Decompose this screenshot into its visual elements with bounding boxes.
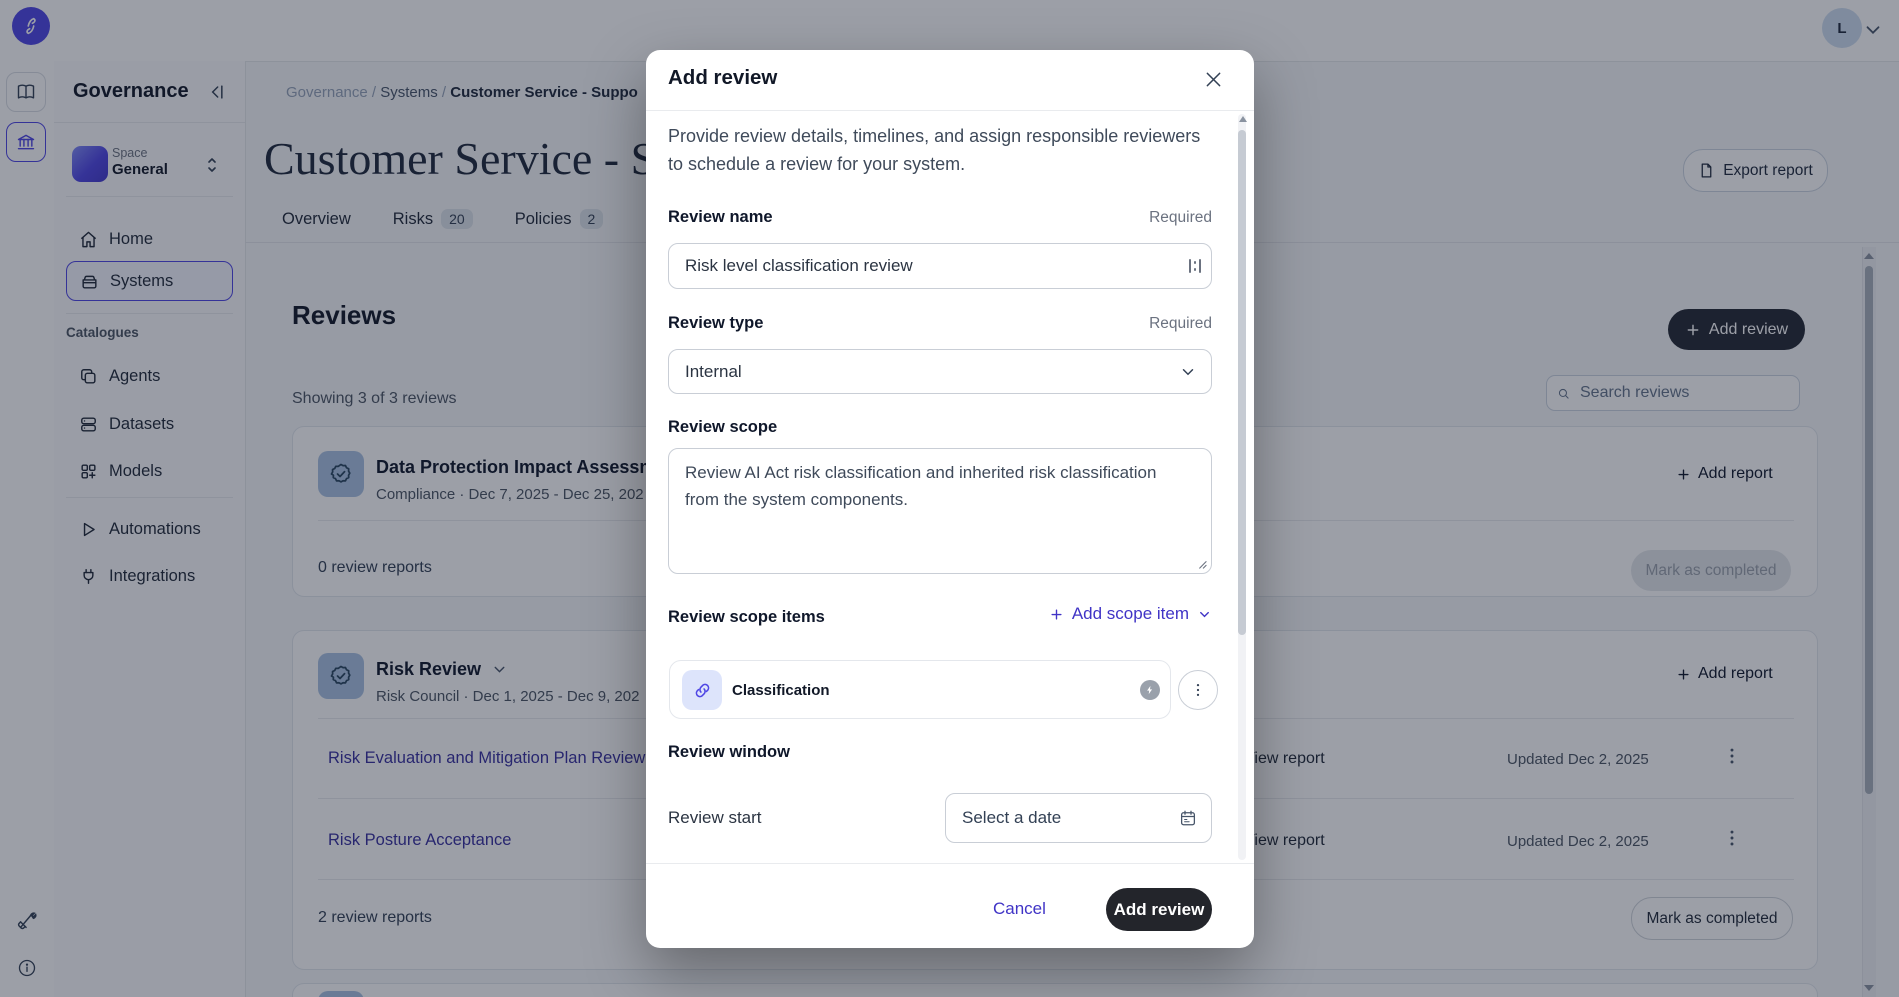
review-start-date-field[interactable]: Select a date: [945, 793, 1212, 843]
auto-linked-icon: [1140, 680, 1160, 700]
chevron-down-icon: [1179, 363, 1197, 381]
date-placeholder: Select a date: [962, 808, 1061, 828]
review-name-label: Review name: [668, 208, 773, 227]
divider: [646, 863, 1254, 864]
close-icon: [1203, 69, 1224, 90]
review-name-label-row: Review name Required: [668, 208, 1212, 227]
input-cursor-icon: [1188, 257, 1202, 275]
review-type-select[interactable]: Internal: [668, 349, 1212, 394]
required-badge: Required: [1149, 315, 1212, 333]
calendar-icon: [1179, 809, 1197, 827]
modal-scroll-up-arrow[interactable]: [1239, 116, 1247, 122]
modal-close-button[interactable]: [1199, 65, 1227, 93]
scope-item-menu-button[interactable]: [1178, 670, 1218, 710]
modal-title: Add review: [668, 66, 777, 90]
review-window-label: Review window: [668, 743, 790, 762]
resize-handle-icon[interactable]: [1196, 558, 1207, 569]
add-scope-item-button[interactable]: Add scope item: [1049, 604, 1212, 624]
link-icon: [682, 670, 722, 710]
add-scope-item-label: Add scope item: [1072, 604, 1189, 624]
chevron-down-icon: [1197, 607, 1212, 622]
modal-add-review-button[interactable]: Add review: [1106, 888, 1212, 931]
add-review-modal: Add review Provide review details, timel…: [646, 50, 1254, 948]
scope-item-card: Classification: [669, 660, 1171, 719]
kebab-icon: [1189, 681, 1207, 699]
modal-description: Provide review details, timelines, and a…: [668, 122, 1206, 178]
divider: [646, 110, 1254, 111]
review-scope-label: Review scope: [668, 418, 777, 437]
review-type-value: Internal: [685, 362, 742, 382]
modal-add-review-label: Add review: [1114, 900, 1205, 920]
scope-item-name: Classification: [732, 682, 830, 699]
review-type-label-row: Review type Required: [668, 314, 1212, 333]
review-name-input[interactable]: [668, 243, 1212, 289]
scope-items-row: Review scope items Add scope item: [668, 604, 1212, 627]
scope-items-label: Review scope items: [668, 608, 825, 627]
plus-icon: [1049, 607, 1064, 622]
review-scope-textarea[interactable]: Review AI Act risk classification and in…: [668, 448, 1212, 574]
cancel-button[interactable]: Cancel: [993, 899, 1046, 919]
app-window: L Governance: [0, 0, 1899, 997]
modal-scrollbar-thumb[interactable]: [1238, 130, 1246, 635]
review-start-label: Review start: [668, 808, 762, 828]
required-badge: Required: [1149, 209, 1212, 227]
review-type-label: Review type: [668, 314, 763, 333]
